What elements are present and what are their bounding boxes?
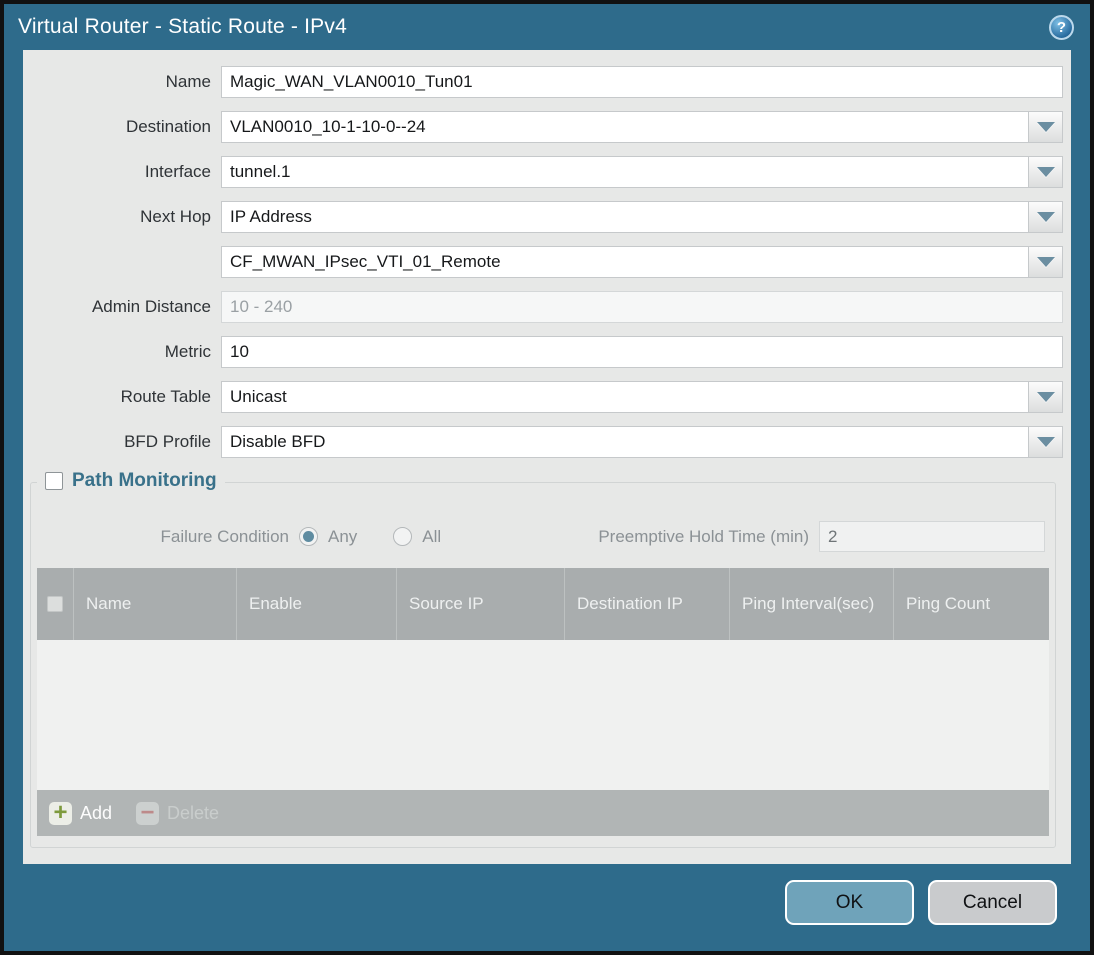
failure-condition-any-label: Any (328, 526, 358, 546)
radio-group-all: All (393, 527, 441, 547)
form-row-metric: Metric (23, 336, 1063, 368)
next-hop-label: Next Hop (140, 207, 211, 226)
chevron-down-icon (1036, 392, 1055, 402)
delete-minus-icon: − (136, 801, 160, 825)
dialog-titlebar: Virtual Router - Static Route - IPv4 ? (4, 4, 1090, 50)
form-row-next-hop-address (23, 246, 1063, 278)
form-row-route-table: Route Table (23, 381, 1063, 413)
form-row-admin-distance: Admin Distance (23, 291, 1063, 323)
failure-condition-row: Failure Condition Any All Preemptive Hol… (31, 521, 1055, 552)
table-body-empty (37, 640, 1049, 790)
path-monitoring-table: Name Enable Source IP Destination IP Pin… (37, 568, 1049, 836)
add-button-label: Add (80, 802, 113, 823)
chevron-down-icon (1036, 437, 1055, 447)
delete-button-label: Delete (167, 802, 220, 823)
bfd-profile-input[interactable] (221, 426, 1063, 458)
path-monitoring-title: Path Monitoring (72, 470, 217, 491)
chevron-down-icon (1036, 167, 1055, 177)
form-row-destination: Destination (23, 111, 1063, 143)
destination-input[interactable] (221, 111, 1063, 143)
radio-selected-dot (303, 531, 314, 542)
route-table-dropdown-button[interactable] (1028, 382, 1062, 412)
select-all-header-cell (37, 568, 73, 640)
chevron-down-icon (1036, 122, 1055, 132)
path-monitoring-section: Path Monitoring Failure Condition Any Al… (30, 470, 1056, 848)
bfd-profile-dropdown-button[interactable] (1028, 427, 1062, 457)
radio-group-any: Any (299, 527, 357, 547)
add-button[interactable]: + Add (49, 801, 113, 825)
table-header-row: Name Enable Source IP Destination IP Pin… (37, 568, 1049, 640)
metric-input[interactable] (221, 336, 1063, 368)
name-label: Name (165, 72, 211, 91)
bfd-profile-label: BFD Profile (124, 432, 211, 451)
next-hop-type-dropdown-button[interactable] (1028, 202, 1062, 232)
destination-label: Destination (125, 117, 211, 136)
table-toolbar: + Add − Delete (37, 790, 1049, 836)
column-header-enable[interactable]: Enable (236, 568, 396, 640)
dialog-body: Name Destination Interface (23, 50, 1071, 864)
chevron-down-icon (1036, 212, 1055, 222)
column-header-destination-ip[interactable]: Destination IP (564, 568, 729, 640)
form-row-name: Name (23, 66, 1063, 98)
form-row-bfd-profile: BFD Profile (23, 426, 1063, 458)
path-monitoring-legend: Path Monitoring (37, 470, 225, 492)
column-header-name[interactable]: Name (73, 568, 236, 640)
form-row-next-hop: Next Hop (23, 201, 1063, 233)
failure-condition-any-radio[interactable] (299, 527, 318, 546)
interface-input[interactable] (221, 156, 1063, 188)
admin-distance-input[interactable] (221, 291, 1063, 323)
form-row-interface: Interface (23, 156, 1063, 188)
failure-condition-all-radio[interactable] (393, 527, 413, 546)
failure-condition-all-label: All (422, 526, 442, 546)
metric-label: Metric (164, 342, 211, 361)
dialog-footer: OK Cancel (4, 864, 1090, 951)
failure-condition-label: Failure Condition (160, 526, 289, 546)
add-plus-icon: + (49, 801, 72, 825)
next-hop-type-input[interactable] (221, 201, 1063, 233)
destination-dropdown-button[interactable] (1028, 112, 1062, 142)
ok-button[interactable]: OK (785, 880, 914, 925)
column-header-source-ip[interactable]: Source IP (396, 568, 564, 640)
preemptive-hold-time-input[interactable] (819, 521, 1045, 552)
static-route-dialog: Virtual Router - Static Route - IPv4 ? N… (0, 0, 1094, 955)
column-header-ping-interval[interactable]: Ping Interval(sec) (729, 568, 893, 640)
column-header-ping-count[interactable]: Ping Count (893, 568, 1049, 640)
name-input[interactable] (221, 66, 1063, 98)
next-hop-address-input[interactable] (221, 246, 1063, 278)
dialog-title: Virtual Router - Static Route - IPv4 (18, 15, 347, 38)
path-monitoring-checkbox[interactable] (45, 472, 63, 490)
chevron-down-icon (1036, 257, 1055, 267)
admin-distance-label: Admin Distance (91, 297, 211, 316)
interface-dropdown-button[interactable] (1028, 157, 1062, 187)
route-table-label: Route Table (120, 387, 211, 406)
select-all-checkbox[interactable] (47, 596, 63, 612)
preemptive-hold-time-label: Preemptive Hold Time (min) (598, 526, 809, 546)
help-icon[interactable]: ? (1049, 14, 1074, 40)
route-table-input[interactable] (221, 381, 1063, 413)
interface-label: Interface (144, 162, 211, 181)
next-hop-address-dropdown-button[interactable] (1028, 247, 1062, 277)
cancel-button[interactable]: Cancel (928, 880, 1057, 925)
delete-button[interactable]: − Delete (136, 801, 220, 825)
